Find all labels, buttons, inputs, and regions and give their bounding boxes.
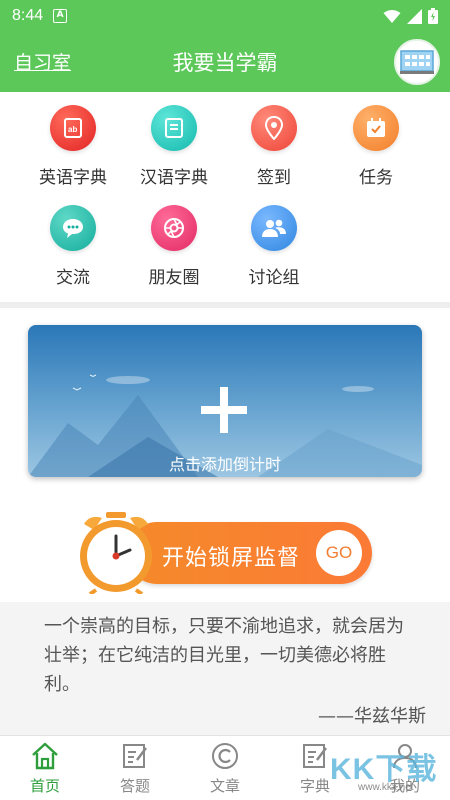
grid-label: 英语字典 <box>39 168 107 188</box>
edit-note-icon <box>90 740 180 772</box>
signal-icon <box>407 8 422 24</box>
nav-label: 答题 <box>119 777 150 795</box>
quote-author: ——华兹华斯 <box>318 706 426 727</box>
grid-item-english-dictionary[interactable]: ab 英语字典 <box>23 105 123 188</box>
grid-item-check-in[interactable]: 签到 <box>224 105 324 188</box>
go-button[interactable]: GO <box>316 530 362 576</box>
grid-item-tasks[interactable]: 任务 <box>326 105 426 188</box>
status-bar: 8:44 A <box>0 0 450 32</box>
chinese-dictionary-icon <box>151 105 197 151</box>
grid-item-chat[interactable]: 交流 <box>23 205 123 288</box>
watermark-url: www.kkx.net <box>358 782 414 793</box>
countdown-label: 点击添加倒计时 <box>168 455 281 474</box>
alarm-clock-icon <box>80 512 152 594</box>
grid-label: 交流 <box>56 268 90 288</box>
grid-label: 讨论组 <box>248 268 300 288</box>
add-countdown-card[interactable]: 点击添加倒计时 <box>28 325 422 477</box>
site-watermark: KK下载 www.kkx.net <box>330 740 450 800</box>
app-header: 自习室 我要当学霸 <box>0 32 450 92</box>
grid-label: 汉语字典 <box>140 168 208 188</box>
english-dictionary-icon: ab <box>50 105 96 151</box>
calendar-task-icon <box>353 105 399 151</box>
page-title: 我要当学霸 <box>172 51 278 75</box>
nav-item-home[interactable]: 首页 <box>0 740 90 796</box>
svg-text:ab: ab <box>68 125 77 134</box>
plus-icon <box>201 387 247 433</box>
grid-item-chinese-dictionary[interactable]: 汉语字典 <box>124 105 224 188</box>
section-divider <box>0 302 450 308</box>
group-users-icon <box>251 205 297 251</box>
grid-label: 任务 <box>359 168 393 188</box>
notification-icon: A <box>53 9 68 23</box>
grid-item-moments[interactable]: 朋友圈 <box>124 205 224 288</box>
home-icon <box>0 740 90 772</box>
lock-label: 开始锁屏监督 <box>162 546 301 571</box>
grid-label: 朋友圈 <box>148 268 200 288</box>
copyright-circle-icon <box>180 740 270 772</box>
nav-item-answer[interactable]: 答题 <box>90 740 180 796</box>
status-time: 8:44 <box>12 7 44 24</box>
lock-screen-banner[interactable]: 开始锁屏监督 GO <box>76 510 376 594</box>
quote-section: 一个崇高的目标，只要不渝地追求，就会居为壮举；在它纯洁的目光里，一切美德必将胜利… <box>0 602 450 735</box>
status-icons <box>383 8 438 24</box>
nav-item-articles[interactable]: 文章 <box>180 740 270 796</box>
classroom-avatar-icon[interactable] <box>394 39 440 85</box>
aperture-icon <box>151 205 197 251</box>
location-pin-icon <box>251 105 297 151</box>
nav-label: 首页 <box>29 777 60 795</box>
chat-bubble-icon <box>50 205 96 251</box>
wifi-icon <box>383 9 401 23</box>
quote-text: 一个崇高的目标，只要不渝地追求，就会居为壮举；在它纯洁的目光里，一切美德必将胜利… <box>44 616 404 695</box>
grid-label: 签到 <box>257 168 291 188</box>
nav-label: 文章 <box>209 777 240 795</box>
feature-grid: ab 英语字典 汉语字典 签到 任务 交流 朋友圈 讨论组 <box>0 92 450 302</box>
battery-icon <box>428 8 438 24</box>
grid-item-discussion-group[interactable]: 讨论组 <box>224 205 324 288</box>
